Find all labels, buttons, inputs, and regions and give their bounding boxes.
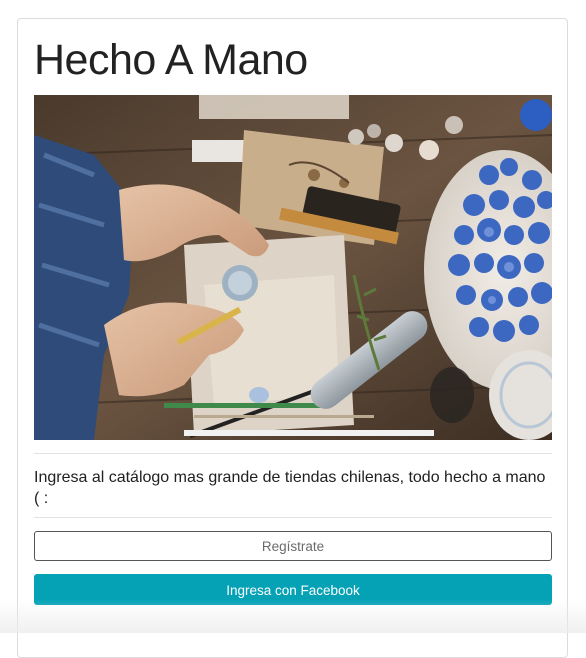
page-title: Hecho A Mano xyxy=(34,36,308,84)
register-button[interactable]: Regístrate xyxy=(34,531,552,561)
hero-image xyxy=(34,95,552,440)
bottom-shadow xyxy=(0,600,586,633)
crafts-workspace-illustration xyxy=(34,95,552,440)
description-text: Ingresa al catálogo mas grande de tienda… xyxy=(34,469,546,507)
divider-top xyxy=(34,453,552,454)
divider-bottom xyxy=(34,517,552,518)
signup-card: Hecho A Mano Ingresa al catálogo mas gra… xyxy=(17,18,568,658)
